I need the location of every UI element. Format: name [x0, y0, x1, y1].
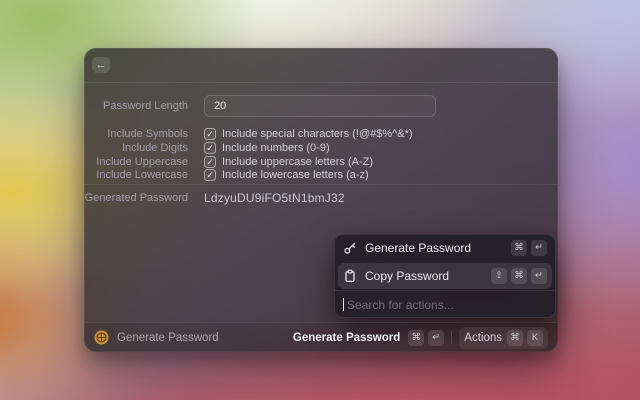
include-symbols-label: Include Symbols	[107, 128, 188, 140]
generated-password-label: Generated Password	[84, 192, 188, 204]
include-uppercase-checkbox[interactable]: ✓	[204, 156, 216, 168]
status-bar: Generate Password Generate Password ⌘ ↵ …	[84, 322, 558, 352]
checkmark-icon: ✓	[206, 128, 214, 139]
cmd-key: ⌘	[511, 268, 527, 284]
form-row-include-lowercase: Include Lowercase ✓ Include lowercase le…	[84, 168, 558, 182]
include-lowercase-checkbox[interactable]: ✓	[204, 169, 216, 181]
raycast-window: ← Password Length 20 Include Symbols ✓ I…	[84, 48, 558, 352]
generated-password-value: LdzyuDU9iFO5tN1bmJ32	[204, 191, 345, 205]
window-header: ←	[84, 48, 558, 83]
back-arrow-icon: ←	[95, 58, 107, 71]
app-name: Generate Password	[117, 331, 219, 344]
checkmark-icon: ✓	[206, 142, 214, 153]
key-icon	[344, 242, 356, 254]
form-row-include-uppercase: Include Uppercase ✓ Include uppercase le…	[84, 155, 558, 169]
include-lowercase-description: Include lowercase letters (a-z)	[222, 169, 369, 181]
include-uppercase-label: Include Uppercase	[96, 156, 188, 168]
include-digits-description: Include numbers (0-9)	[222, 142, 330, 154]
back-button[interactable]: ←	[92, 57, 110, 73]
action-item-copy-password[interactable]: Copy Password ⇧ ⌘ ↵	[338, 263, 552, 289]
primary-action-button[interactable]: Generate Password	[293, 332, 400, 344]
include-digits-checkbox[interactable]: ✓	[204, 142, 216, 154]
cmd-key: ⌘	[511, 240, 527, 256]
return-key: ↵	[531, 268, 547, 284]
checkmark-icon: ✓	[206, 169, 214, 180]
return-key: ↵	[428, 329, 445, 346]
actions-button-label: Actions	[464, 331, 502, 344]
cmd-key: ⌘	[408, 329, 425, 346]
password-length-value: 20	[214, 100, 227, 112]
section-divider	[84, 184, 558, 185]
include-symbols-checkbox[interactable]: ✓	[204, 128, 216, 140]
desktop: { "icons": { "back": "←", "check": "✓" }…	[0, 0, 640, 400]
status-bar-right: Generate Password ⌘ ↵ Actions ⌘ K	[293, 326, 548, 349]
form-row-include-symbols: Include Symbols ✓ Include special charac…	[84, 127, 558, 141]
k-key: K	[527, 329, 543, 346]
checkmark-icon: ✓	[206, 156, 214, 167]
actions-search-input[interactable]: Search for actions...	[334, 291, 556, 318]
shift-key: ⇧	[491, 268, 507, 284]
action-label: Copy Password	[365, 269, 450, 283]
action-label: Generate Password	[365, 241, 472, 255]
include-symbols-description: Include special characters (!@#$%^&*)	[222, 128, 413, 140]
actions-button[interactable]: Actions ⌘ K	[459, 326, 548, 349]
search-placeholder: Search for actions...	[347, 297, 454, 312]
include-lowercase-label: Include Lowercase	[96, 169, 188, 181]
password-app-icon	[94, 330, 109, 345]
action-item-generate-password[interactable]: Generate Password ⌘ ↵	[334, 234, 556, 262]
form-row-password-length: Password Length 20	[84, 94, 558, 118]
password-length-input[interactable]: 20	[204, 95, 436, 117]
actions-popup: Generate Password ⌘ ↵ Copy Password ⇧ ⌘ …	[334, 234, 556, 318]
clipboard-icon	[345, 269, 355, 283]
status-bar-divider	[451, 331, 453, 344]
include-digits-label: Include Digits	[121, 142, 188, 154]
password-length-label: Password Length	[103, 100, 188, 112]
return-key: ↵	[531, 240, 547, 256]
form-row-include-digits: Include Digits ✓ Include numbers (0-9)	[84, 141, 558, 155]
generated-password-row: Generated Password LdzyuDU9iFO5tN1bmJ32	[84, 190, 558, 206]
status-bar-left: Generate Password	[94, 330, 293, 345]
cmd-key: ⌘	[507, 329, 523, 346]
include-uppercase-description: Include uppercase letters (A-Z)	[222, 156, 374, 168]
text-cursor	[343, 298, 344, 311]
